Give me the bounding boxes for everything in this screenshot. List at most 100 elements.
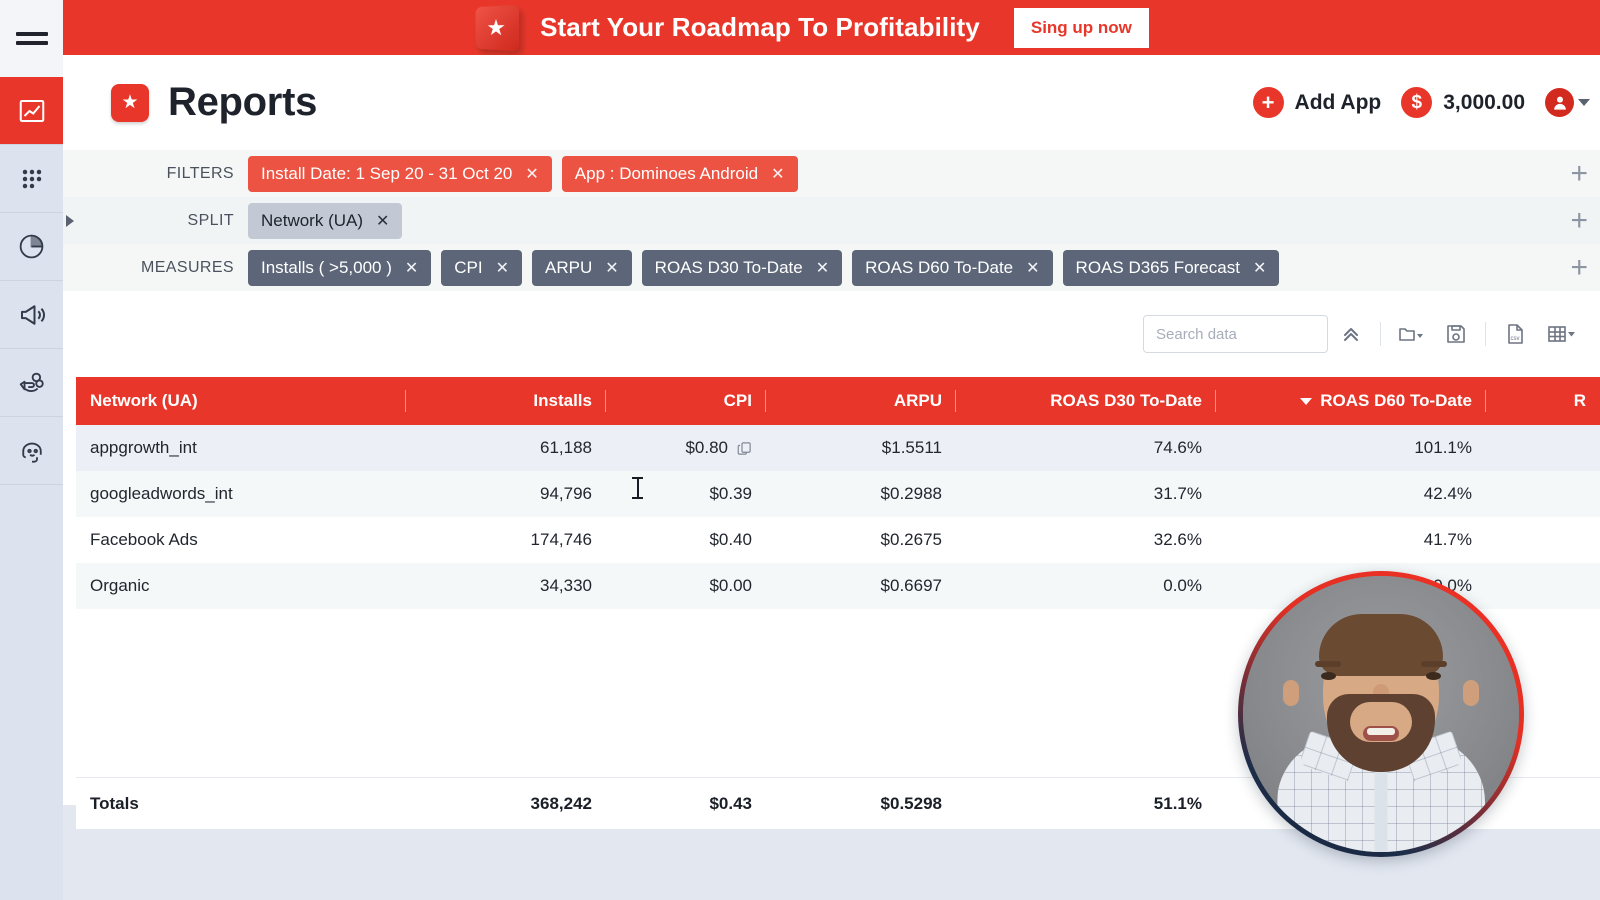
column-header-installs[interactable]: Installs (406, 377, 606, 425)
sort-descending-icon (1300, 397, 1313, 405)
table-row[interactable]: Facebook Ads 174,746 $0.40 $0.2675 32.6%… (76, 517, 1600, 563)
filters-row: FILTERS Install Date: 1 Sep 20 - 31 Oct … (63, 150, 1600, 197)
save-icon[interactable] (1433, 311, 1479, 357)
close-icon[interactable]: ✕ (525, 164, 538, 184)
promo-star-logo: ★ (475, 4, 520, 51)
hand-coin-icon (17, 368, 47, 398)
cell-totals-arpu: $0.5298 (880, 793, 942, 813)
add-measure-button[interactable]: + (1570, 252, 1588, 283)
chip-label: ROAS D365 Forecast (1075, 257, 1240, 277)
measure-chip-roas-d365[interactable]: ROAS D365 Forecast ✕ (1062, 249, 1280, 286)
close-icon[interactable]: ✕ (405, 258, 418, 278)
column-header-roas-d30[interactable]: ROAS D30 To-Date (956, 377, 1216, 425)
dollar-circle-icon: $ (1401, 87, 1433, 118)
column-header-cpi[interactable]: CPI (606, 377, 766, 425)
column-label: R (1573, 391, 1586, 410)
cell-arpu: $0.2675 (880, 530, 942, 549)
presenter-video (1243, 576, 1519, 852)
chip-label: Installs ( >5,000 ) (261, 257, 392, 277)
collapse-up-icon[interactable] (1328, 311, 1374, 357)
filter-chip-app[interactable]: App : Dominoes Android ✕ (561, 155, 798, 192)
balance-display[interactable]: $ 3,000.00 (1401, 87, 1525, 118)
headset-icon (17, 436, 47, 466)
promo-banner-text: Start Your Roadmap To Profitability (540, 12, 980, 42)
close-icon[interactable]: ✕ (771, 164, 784, 184)
cell-roas-d365 (1486, 517, 1600, 563)
cell-network: Facebook Ads (90, 530, 198, 549)
column-header-arpu[interactable]: ARPU (766, 377, 956, 425)
close-icon[interactable]: ✕ (376, 211, 389, 231)
page-title: Reports (168, 80, 318, 124)
search-input[interactable] (1143, 315, 1328, 353)
filters-label: FILTERS (166, 164, 234, 182)
add-filter-button[interactable]: + (1570, 158, 1588, 189)
sidebar-item-support[interactable] (0, 417, 63, 485)
split-row: SPLIT Network (UA) ✕ + (63, 197, 1600, 244)
add-split-button[interactable]: + (1570, 205, 1588, 236)
measure-chip-installs[interactable]: Installs ( >5,000 ) ✕ (248, 249, 432, 286)
sidebar-item-apps[interactable] (0, 145, 63, 213)
sidebar-item-reports[interactable] (0, 77, 63, 145)
grid-dots-icon (18, 165, 46, 193)
cell-arpu: $1.5511 (881, 438, 942, 457)
measure-chip-arpu[interactable]: ARPU ✕ (532, 249, 632, 286)
close-icon[interactable]: ✕ (816, 258, 829, 278)
column-header-network[interactable]: Network (UA) (76, 377, 406, 425)
filters-chips: Install Date: 1 Sep 20 - 31 Oct 20 ✕ App… (248, 155, 798, 192)
line-chart-icon (17, 96, 47, 126)
measures-label: MEASURES (141, 258, 234, 276)
sidebar-item-analytics[interactable] (0, 213, 63, 281)
plus-circle-icon: + (1252, 87, 1284, 118)
close-icon[interactable]: ✕ (1026, 258, 1039, 278)
column-header-roas-d60[interactable]: ROAS D60 To-Date (1216, 377, 1486, 425)
split-chip-network[interactable]: Network (UA) ✕ (248, 202, 403, 239)
table-view-dropdown-icon[interactable] (1538, 311, 1584, 357)
filter-chip-install-date[interactable]: Install Date: 1 Sep 20 - 31 Oct 20 ✕ (248, 155, 552, 192)
sign-up-now-button[interactable]: Sing up now (1013, 7, 1149, 48)
folder-dropdown-icon[interactable] (1387, 311, 1433, 357)
close-icon[interactable]: ✕ (496, 258, 509, 278)
menu-toggle-button[interactable] (0, 0, 63, 77)
page-logo-icon: ★ (111, 83, 149, 122)
cell-cpi: $0.40 (709, 530, 752, 549)
measure-chip-cpi[interactable]: CPI ✕ (441, 249, 523, 286)
cell-network: Organic (90, 576, 150, 595)
csv-export-icon[interactable]: csv (1492, 311, 1538, 357)
user-menu-button[interactable] (1545, 88, 1590, 117)
chip-label: CPI (454, 257, 483, 277)
cell-roas-d365 (1486, 425, 1600, 471)
table-row[interactable]: appgrowth_int 61,188 $0.80 $1.5511 74.6% (76, 425, 1600, 471)
table-header-row: Network (UA) Installs CPI ARPU ROAS D30 … (76, 377, 1600, 425)
copy-icon[interactable] (737, 441, 752, 456)
column-label: ROAS D60 To-Date (1320, 391, 1472, 410)
measure-chip-roas-d30[interactable]: ROAS D30 To-Date ✕ (641, 249, 843, 286)
app-root: ★ Start Your Roadmap To Profitability Si… (0, 0, 1600, 900)
column-label: ARPU (893, 391, 942, 410)
measure-chip-roas-d60[interactable]: ROAS D60 To-Date ✕ (852, 249, 1053, 286)
cell-arpu: $0.6697 (880, 576, 942, 595)
column-header-roas-d365[interactable]: R (1486, 377, 1600, 425)
chip-label: ROAS D30 To-Date (654, 257, 803, 277)
presenter-video-bubble[interactable] (1238, 571, 1524, 857)
cell-totals-cpi: $0.43 (709, 793, 752, 813)
toolbar-divider (1380, 322, 1381, 346)
cell-roas-d60: 42.4% (1423, 484, 1472, 503)
close-icon[interactable]: ✕ (605, 258, 618, 278)
left-sidebar (0, 0, 63, 900)
expand-panel-arrow-icon[interactable] (66, 214, 74, 227)
cell-installs: 174,746 (530, 530, 592, 549)
cell-network: googleadwords_int (90, 484, 233, 503)
add-app-label: Add App (1294, 90, 1382, 114)
cell-roas-d30: 32.6% (1153, 530, 1202, 549)
add-app-button[interactable]: + Add App (1252, 87, 1382, 118)
chip-label: App : Dominoes Android (574, 163, 759, 183)
cell-installs: 94,796 (540, 484, 592, 503)
close-icon[interactable]: ✕ (1253, 258, 1266, 278)
star-icon: ★ (121, 92, 139, 113)
table-row[interactable]: googleadwords_int 94,796 $0.39 $0.2988 3… (76, 471, 1600, 517)
sidebar-item-campaigns[interactable] (0, 281, 63, 349)
sidebar-item-payouts[interactable] (0, 349, 63, 417)
measures-chips: Installs ( >5,000 ) ✕ CPI ✕ ARPU ✕ ROAS … (248, 249, 1280, 286)
chip-label: Install Date: 1 Sep 20 - 31 Oct 20 (261, 163, 513, 183)
cell-roas-d30: 31.7% (1153, 484, 1202, 503)
